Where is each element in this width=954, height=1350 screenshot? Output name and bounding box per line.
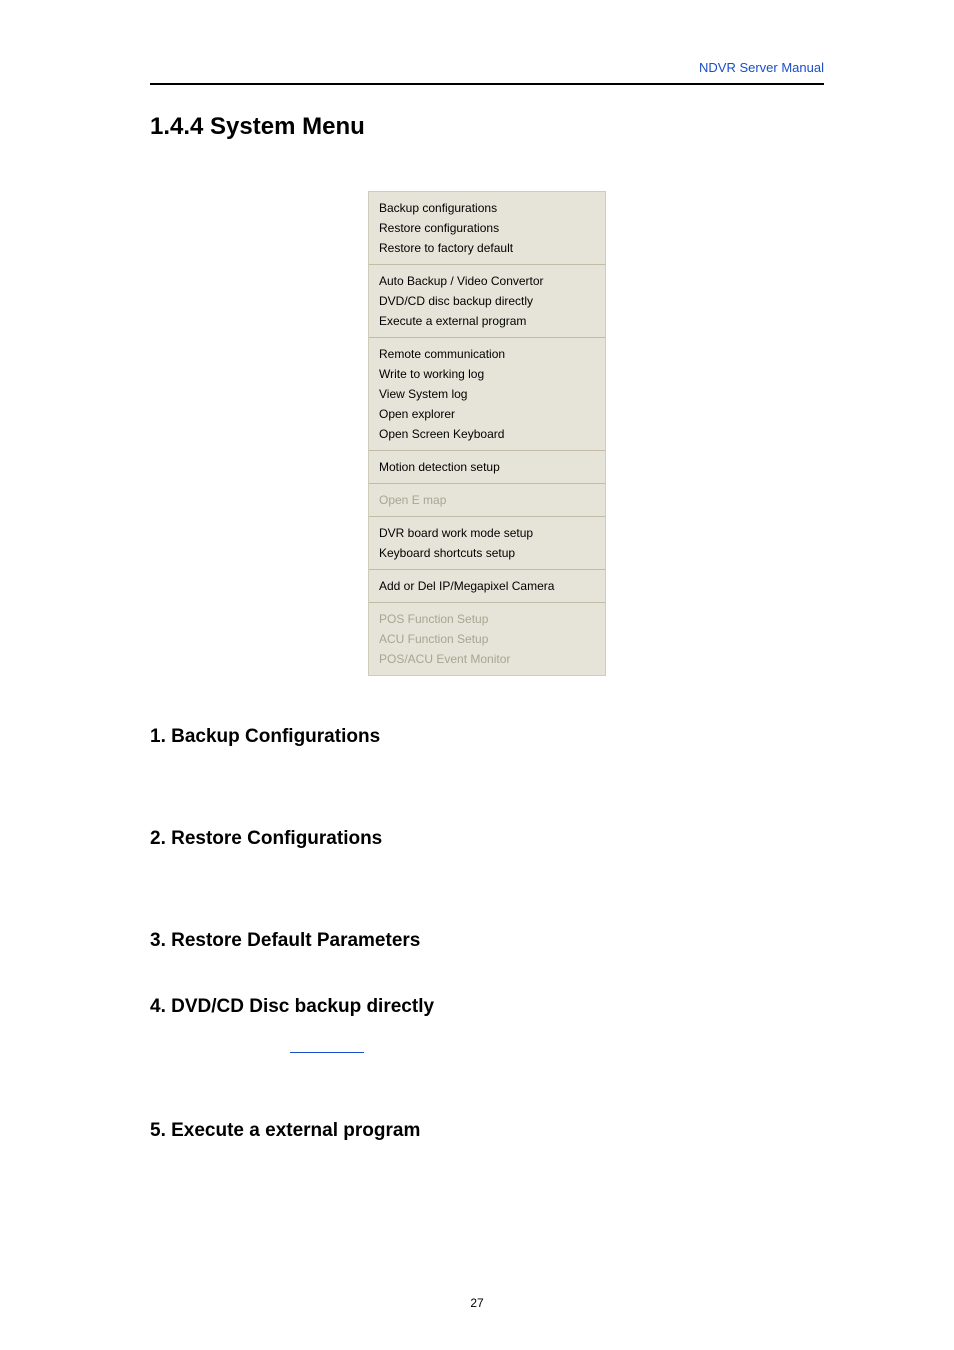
inline-link-underline[interactable] [290, 1052, 364, 1053]
system-menu: Backup configurations Restore configurat… [368, 191, 606, 676]
menu-item-add-del-ip-megapixel-camera[interactable]: Add or Del IP/Megapixel Camera [379, 576, 595, 596]
subsection-heading-4: 4. DVD/CD Disc backup directly [150, 996, 824, 1018]
menu-group: Motion detection setup [369, 451, 605, 483]
menu-item-dvd-cd-backup[interactable]: DVD/CD disc backup directly [379, 291, 595, 311]
menu-item-dvr-board-work-mode-setup[interactable]: DVR board work mode setup [379, 523, 595, 543]
menu-item-view-system-log[interactable]: View System log [379, 384, 595, 404]
menu-item-open-explorer[interactable]: Open explorer [379, 404, 595, 424]
menu-item-write-working-log[interactable]: Write to working log [379, 364, 595, 384]
menu-group: Open E map [369, 484, 605, 516]
subsection-heading-3: 3. Restore Default Parameters [150, 930, 824, 952]
menu-item-pos-acu-event-monitor: POS/ACU Event Monitor [379, 649, 595, 669]
menu-item-restore-configurations[interactable]: Restore configurations [379, 218, 595, 238]
section-heading: 1.4.4 System Menu [150, 113, 824, 141]
menu-group: Add or Del IP/Megapixel Camera [369, 570, 605, 602]
menu-item-execute-external-program[interactable]: Execute a external program [379, 311, 595, 331]
subsection-heading-5: 5. Execute a external program [150, 1120, 824, 1142]
subsection-heading-1: 1. Backup Configurations [150, 726, 824, 748]
menu-item-open-screen-keyboard[interactable]: Open Screen Keyboard [379, 424, 595, 444]
menu-group: POS Function Setup ACU Function Setup PO… [369, 603, 605, 675]
menu-item-restore-factory-default[interactable]: Restore to factory default [379, 238, 595, 258]
menu-group: Auto Backup / Video Convertor DVD/CD dis… [369, 265, 605, 337]
menu-item-backup-configurations[interactable]: Backup configurations [379, 198, 595, 218]
menu-group: Backup configurations Restore configurat… [369, 192, 605, 264]
header-rule [150, 83, 824, 85]
menu-item-pos-function-setup: POS Function Setup [379, 609, 595, 629]
menu-item-motion-detection-setup[interactable]: Motion detection setup [379, 457, 595, 477]
page-number: 27 [0, 1296, 954, 1310]
menu-group: Remote communication Write to working lo… [369, 338, 605, 450]
menu-item-remote-communication[interactable]: Remote communication [379, 344, 595, 364]
menu-item-open-e-map: Open E map [379, 490, 595, 510]
menu-item-auto-backup-video-convertor[interactable]: Auto Backup / Video Convertor [379, 271, 595, 291]
menu-item-acu-function-setup: ACU Function Setup [379, 629, 595, 649]
subsection-heading-2: 2. Restore Configurations [150, 828, 824, 850]
header-manual-link[interactable]: NDVR Server Manual [150, 60, 824, 83]
menu-item-keyboard-shortcuts-setup[interactable]: Keyboard shortcuts setup [379, 543, 595, 563]
menu-group: DVR board work mode setup Keyboard short… [369, 517, 605, 569]
